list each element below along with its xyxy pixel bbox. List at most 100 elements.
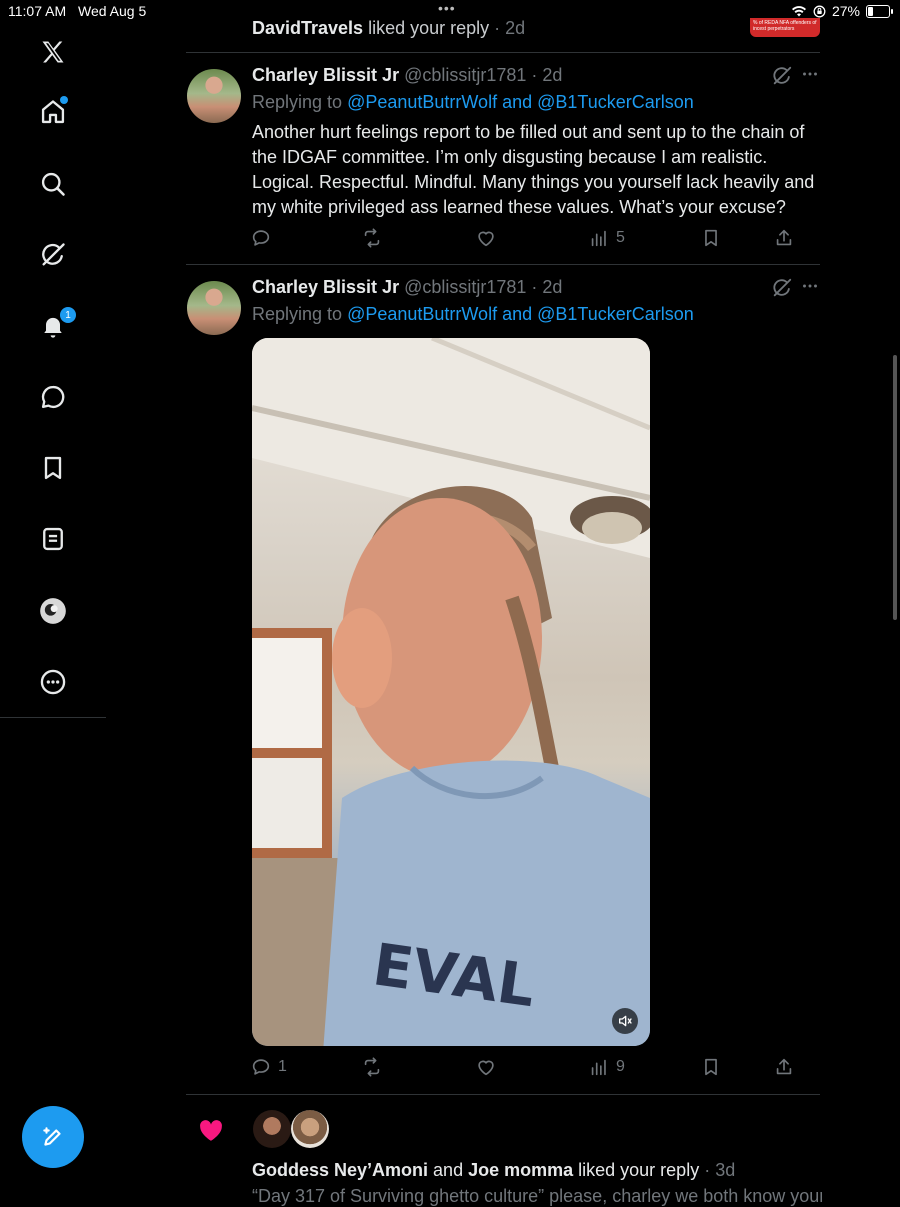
retweet-button[interactable] bbox=[361, 1055, 389, 1079]
mention-link[interactable]: @B1TuckerCarlson bbox=[537, 304, 694, 324]
views-count: 9 bbox=[616, 1058, 625, 1075]
share-icon bbox=[776, 229, 792, 246]
nav-messages[interactable] bbox=[36, 380, 70, 414]
and-text: and bbox=[428, 1160, 469, 1180]
sidebar: 1 bbox=[0, 22, 106, 718]
reply-button[interactable]: 1 bbox=[250, 1055, 287, 1079]
bookmark-button[interactable] bbox=[700, 226, 722, 250]
retweet-icon bbox=[364, 228, 380, 248]
nav-profile[interactable] bbox=[36, 594, 70, 628]
nav-lists[interactable] bbox=[36, 522, 70, 556]
like-button[interactable] bbox=[475, 226, 503, 250]
views-icon bbox=[591, 1059, 606, 1076]
author-name[interactable]: Charley Blissit Jr bbox=[252, 277, 399, 297]
heart-filled-icon bbox=[200, 1120, 222, 1141]
more-icon[interactable] bbox=[799, 275, 821, 297]
bookmark-icon bbox=[705, 1058, 717, 1076]
avatar[interactable] bbox=[187, 69, 241, 123]
status-time: 11:07 AM bbox=[8, 3, 67, 19]
home-unread-dot bbox=[60, 96, 68, 104]
nav-bookmarks[interactable] bbox=[36, 451, 70, 485]
reply-button[interactable] bbox=[250, 226, 278, 250]
liked-reply-notification-top[interactable]: DavidTravels liked your reply · 2d bbox=[252, 18, 525, 39]
grok-icon[interactable] bbox=[771, 277, 793, 299]
battery-percent: 27% bbox=[831, 3, 860, 19]
replying-and: and bbox=[497, 304, 538, 324]
mute-button[interactable] bbox=[612, 1008, 638, 1034]
share-button[interactable] bbox=[773, 1055, 795, 1079]
video-player[interactable]: EVAL bbox=[252, 338, 650, 1046]
views-icon bbox=[591, 230, 606, 247]
tweet-header: Charley Blissit Jr @cblissitjr1781 · 2d bbox=[252, 65, 562, 86]
notification-thumbnail[interactable]: % of REDA NFA offenders of incest perpet… bbox=[750, 18, 820, 37]
mention-link[interactable]: @PeanutButrrWolf bbox=[347, 304, 497, 324]
heart-icon bbox=[478, 1060, 494, 1076]
liker-avatar[interactable] bbox=[253, 1110, 291, 1148]
nav-home[interactable] bbox=[36, 95, 70, 129]
replying-to: Replying to @PeanutButrrWolf and @B1Tuck… bbox=[252, 92, 694, 113]
bookmark-icon bbox=[44, 456, 62, 480]
status-date: Wed Aug 5 bbox=[78, 3, 147, 19]
views-button[interactable]: 5 bbox=[588, 226, 625, 250]
orientation-lock-icon bbox=[813, 5, 826, 17]
x-logo-icon[interactable] bbox=[36, 35, 70, 69]
list-icon bbox=[43, 527, 63, 551]
replying-prefix: Replying to bbox=[252, 92, 348, 112]
tweet-header: Charley Blissit Jr @cblissitjr1781 · 2d bbox=[252, 277, 562, 298]
battery-icon bbox=[866, 4, 893, 18]
tweet-time[interactable]: · 2d bbox=[526, 65, 562, 85]
scrollbar[interactable] bbox=[893, 355, 897, 620]
liker-name[interactable]: Joe momma bbox=[468, 1160, 573, 1180]
nav-explore[interactable] bbox=[36, 167, 70, 201]
liker-avatar[interactable] bbox=[291, 1110, 329, 1148]
tweet-text: Another hurt feelings report to be fille… bbox=[252, 122, 815, 217]
grok-icon bbox=[42, 243, 65, 266]
views-button[interactable]: 9 bbox=[588, 1055, 625, 1079]
profile-avatar-icon bbox=[40, 598, 66, 624]
reply-count: 1 bbox=[278, 1058, 287, 1075]
bookmark-button[interactable] bbox=[700, 1055, 722, 1079]
tweet-actions: 5 bbox=[250, 226, 800, 250]
liker-name[interactable]: Goddess Ney’Amoni bbox=[252, 1160, 428, 1180]
share-icon bbox=[776, 1058, 792, 1075]
retweet-button[interactable] bbox=[361, 226, 389, 250]
notifications-badge: 1 bbox=[60, 307, 76, 323]
grok-icon[interactable] bbox=[771, 65, 793, 87]
tweet-time[interactable]: · 2d bbox=[526, 277, 562, 297]
share-button[interactable] bbox=[773, 226, 795, 250]
like-button[interactable] bbox=[475, 1055, 503, 1079]
wifi-icon bbox=[791, 6, 806, 17]
search-icon bbox=[41, 172, 65, 196]
notification-time: · 3d bbox=[699, 1160, 736, 1180]
author-name[interactable]: Charley Blissit Jr bbox=[252, 65, 399, 85]
video-frame: EVAL bbox=[252, 338, 650, 1046]
nav-grok[interactable] bbox=[36, 238, 70, 272]
author-handle[interactable]: @cblissitjr1781 bbox=[399, 65, 526, 85]
bookmark-icon bbox=[705, 229, 717, 247]
multitask-dots[interactable]: ••• bbox=[438, 0, 456, 16]
status-right: 27% bbox=[791, 3, 893, 19]
compose-icon bbox=[43, 1127, 61, 1146]
mention-link[interactable]: @B1TuckerCarlson bbox=[537, 92, 694, 112]
nav-notifications[interactable]: 1 bbox=[36, 307, 76, 343]
like-notification-text: Goddess Ney’Amoni and Joe momma liked yo… bbox=[252, 1160, 735, 1181]
divider bbox=[186, 1094, 820, 1095]
message-icon bbox=[41, 385, 65, 409]
notification-user[interactable]: DavidTravels bbox=[252, 18, 363, 38]
nav-more[interactable] bbox=[36, 665, 70, 699]
speaker-muted-icon bbox=[619, 1015, 632, 1027]
views-count: 5 bbox=[616, 229, 625, 246]
author-handle[interactable]: @cblissitjr1781 bbox=[399, 277, 526, 297]
more-icon[interactable] bbox=[799, 63, 821, 85]
divider bbox=[186, 264, 820, 265]
compose-button[interactable] bbox=[22, 1106, 84, 1168]
reply-icon bbox=[252, 230, 270, 246]
replying-and: and bbox=[497, 92, 538, 112]
retweet-icon bbox=[364, 1057, 380, 1077]
divider bbox=[186, 52, 820, 53]
action-text: liked your reply bbox=[573, 1160, 700, 1180]
notification-time: · 2d bbox=[489, 18, 526, 38]
replying-prefix: Replying to bbox=[252, 304, 348, 324]
mention-link[interactable]: @PeanutButrrWolf bbox=[347, 92, 497, 112]
avatar[interactable] bbox=[187, 281, 241, 335]
